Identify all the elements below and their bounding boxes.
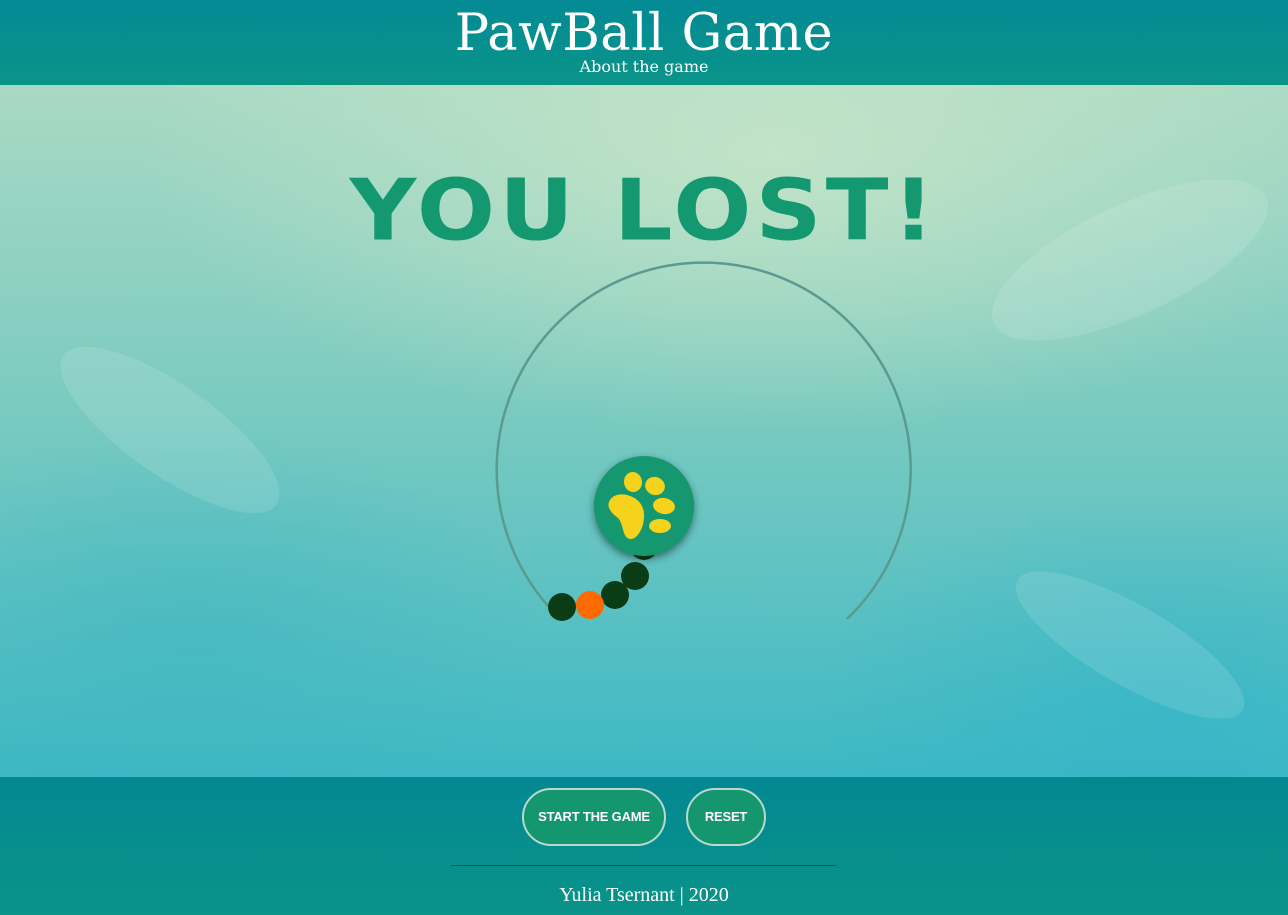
page-title: PawBall Game bbox=[454, 4, 834, 63]
footer-credit: Yulia Tsernant | 2020 bbox=[559, 884, 729, 906]
site-header: PawBall Game About the game bbox=[0, 0, 1288, 85]
orbit-track bbox=[495, 261, 912, 620]
ball bbox=[548, 593, 576, 621]
ball bbox=[601, 581, 629, 609]
ball-highlighted bbox=[576, 591, 604, 619]
about-link[interactable]: About the game bbox=[0, 57, 1288, 77]
game-board bbox=[495, 261, 912, 621]
paw-launch-button[interactable] bbox=[594, 456, 694, 556]
game-stage: YOU LOST! bbox=[0, 85, 1288, 777]
paw-icon bbox=[608, 472, 675, 540]
reset-button[interactable]: RESET bbox=[686, 788, 766, 846]
footer-divider bbox=[451, 865, 836, 866]
site-footer: START THE GAME RESET Yulia Tsernant | 20… bbox=[0, 777, 1288, 915]
start-game-button[interactable]: START THE GAME bbox=[522, 788, 666, 846]
